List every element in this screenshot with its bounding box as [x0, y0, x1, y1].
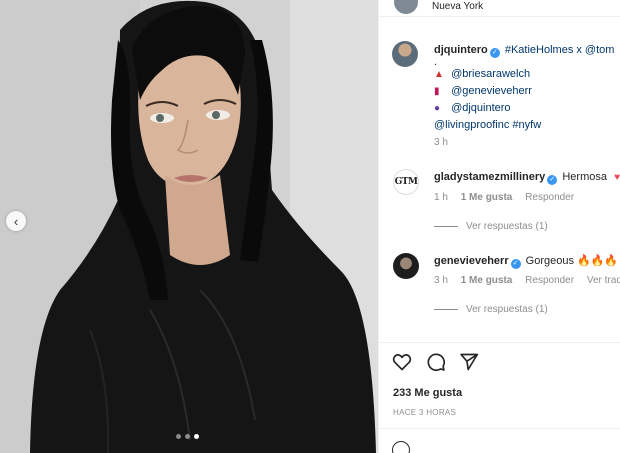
likes-count[interactable]: 233 Me gusta: [393, 387, 462, 399]
chevron-left-icon: ‹: [13, 213, 19, 229]
verified-badge-icon: ✓: [510, 259, 521, 269]
view-replies-button[interactable]: Ver respuestas (1): [434, 221, 548, 232]
actions-divider: [379, 342, 620, 343]
post-details-panel: Nueva York djquintero ✓ #KatieHolmes x @t…: [378, 0, 620, 453]
comment-bubble-icon[interactable]: [426, 352, 446, 372]
comment-username[interactable]: genevieveherr: [434, 255, 509, 267]
author-avatar[interactable]: [394, 0, 418, 14]
translate-button[interactable]: Ver traduc: [587, 275, 620, 286]
heart-outline-icon[interactable]: [392, 352, 412, 372]
comment-text: Hermosa: [562, 171, 607, 183]
credit-link[interactable]: @genevieveherr: [451, 85, 532, 97]
avatar-logo-text: GTM: [394, 177, 418, 187]
verified-badge-icon: ✓: [489, 48, 500, 58]
post-timestamp: HACE 3 HORAS: [393, 408, 457, 417]
caption-time: 3 h: [434, 137, 448, 148]
replies-divider: [434, 309, 458, 310]
comment-bar-divider: [379, 428, 620, 429]
commenter-avatar[interactable]: GTM: [393, 169, 419, 195]
carousel-prev-button[interactable]: ‹: [6, 211, 26, 231]
emoji-picker-icon[interactable]: [392, 441, 410, 453]
caption-tags[interactable]: @livingproofinc #nyfw: [434, 119, 541, 131]
credit-link[interactable]: @djquintero: [451, 102, 510, 114]
view-replies-label: Ver respuestas (1): [466, 221, 548, 232]
reply-button[interactable]: Responder: [525, 192, 574, 203]
portrait-illustration: [0, 0, 378, 453]
replies-divider: [434, 226, 458, 227]
comment-item: gladystamezmillinery ✓ Hermosa: [434, 171, 620, 185]
reply-button[interactable]: Responder: [525, 275, 574, 286]
paper-plane-icon[interactable]: [459, 352, 479, 372]
carousel-dot: [185, 434, 190, 439]
comment-likes[interactable]: 1 Me gusta: [461, 192, 513, 203]
comment-meta: 1 h 1 Me gusta Responder: [434, 192, 584, 203]
haircut-emoji-icon: ●: [434, 103, 441, 114]
post-caption: djquintero ✓ #KatieHolmes x @tom . ▲ @bri…: [434, 42, 620, 151]
commenter-avatar[interactable]: [393, 253, 419, 279]
comment-username[interactable]: gladystamezmillinery: [434, 171, 545, 183]
caption-line: .: [434, 58, 438, 66]
carousel-dot-active: [194, 434, 199, 439]
carousel-dot: [176, 434, 181, 439]
lipstick-emoji-icon: ▮: [434, 86, 440, 97]
view-replies-button[interactable]: Ver respuestas (1): [434, 304, 548, 315]
comment-time: 1 h: [434, 192, 448, 203]
credit-link[interactable]: @briesarawelch: [451, 68, 530, 80]
caption-username[interactable]: djquintero: [434, 44, 488, 56]
comment-text: Gorgeous 🔥🔥🔥: [525, 255, 619, 267]
post-image[interactable]: ‹: [0, 0, 378, 453]
comment-time: 3 h: [434, 275, 448, 286]
comment-likes[interactable]: 1 Me gusta: [461, 275, 513, 286]
carousel-indicator: [176, 434, 199, 439]
red-dress-emoji-icon: ▲: [434, 69, 444, 80]
verified-badge-icon: ✓: [547, 175, 558, 185]
post-header: Nueva York: [379, 0, 620, 17]
caption-author-avatar[interactable]: [392, 41, 418, 67]
comment-meta: 3 h 1 Me gusta Responder Ver traduc: [434, 275, 620, 286]
caption-text[interactable]: #KatieHolmes x @tom: [505, 44, 615, 56]
view-replies-label: Ver respuestas (1): [466, 304, 548, 315]
post-location[interactable]: Nueva York: [432, 1, 483, 12]
comment-like-icon[interactable]: ♥: [614, 172, 620, 183]
comment-item: genevieveherr ✓ Gorgeous 🔥🔥🔥: [434, 254, 620, 269]
